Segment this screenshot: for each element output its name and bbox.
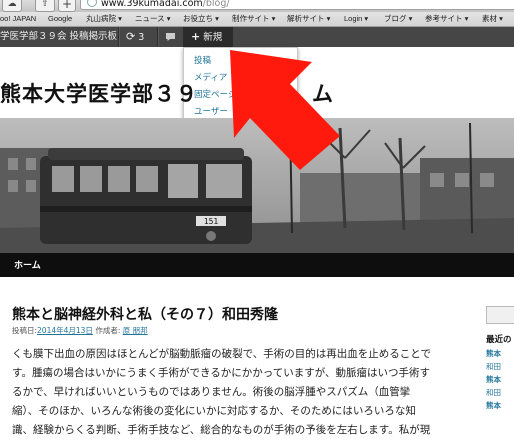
post-title[interactable]: 熊本と脳神経外科と私（その７）和田秀隆 [12,304,278,324]
bookmark-useful[interactable]: お役立ち ▾ [183,12,219,26]
admin-site-name[interactable]: 学医学部３９会 投稿掲示板 [0,27,117,47]
bookmarks-bar: oo! JAPAN Google 丸山病院 ▾ ニュース ▾ お役立ち ▾ 制作… [0,12,514,27]
updates-count: 3 [138,32,145,43]
new-post-item[interactable]: 投稿 [194,54,211,66]
admin-bar: 学医学部３９会 投稿掲示板 ⟳ 3 + 新規 [0,27,514,47]
share-icon[interactable]: ⇧ [35,0,55,12]
post-date-link[interactable]: 2014年4月13日 [37,326,93,335]
post-body-line: るかで、早ければいいというものではありません。術後の脳浮腫やスパズム（血管攣 [12,386,411,398]
admin-separator [118,27,120,47]
new-label: 新規 [203,32,223,43]
sidebar-search-input[interactable] [486,306,514,324]
sidebar-recent-link[interactable]: 熊本 [486,348,501,359]
post-body: くも膜下出血の原因はほとんどが脳動脈瘤の破裂で、手術の目的は再出血を止めることで… [12,345,474,440]
post-body-line: 識、経験からくる判断、手術手技など、総合的なものが手術の予後を左右します。私が現 [12,424,431,436]
comments-icon[interactable] [165,27,179,47]
comment-bubble-icon [166,33,175,41]
site-title-end: ム [312,82,334,106]
site-title[interactable]: 熊本大学医学部３９ ム [0,78,334,108]
sidebar-recent-link[interactable]: 和田 [486,387,501,398]
sidebar-recent-link[interactable]: 和田 [486,361,501,372]
main-navigation [0,253,514,277]
favicon-icon [87,0,97,7]
refresh-icon: ⟳ [126,30,136,43]
bookmark-yahoo-japan[interactable]: oo! JAPAN [0,12,36,26]
tram-number-plate: 151 [204,217,219,226]
post-body-line: す。腫瘍の場合はいかにうまく手術ができるかにかかっていますが、動脈瘤はいつ手術す [12,367,431,379]
plus-icon: + [191,30,201,43]
author-label: 作成者: [95,326,121,335]
bookmark-production-sites[interactable]: 制作サイト ▾ [232,12,275,26]
add-bookmark-icon[interactable]: + [58,0,76,12]
bookmark-login[interactable]: Login ▾ [344,12,368,26]
browser-toolbar: ☁ ⇧ + www.39kumadai.com/blog/ [0,0,514,12]
post-body-line: 縮）、そのほか、いろんな術後の変化にいかに対応するか、そのためにはいろいろな知 [12,405,416,417]
admin-separator [157,27,159,47]
bookmark-blog[interactable]: ブログ ▾ [384,12,412,26]
bookmark-maruyama-hospital[interactable]: 丸山病院 ▾ [86,12,122,26]
post-meta: 投稿日:2014年4月13日 作成者: 原 朋邦 [12,325,148,336]
bookmark-reference-sites[interactable]: 参考サイト ▾ [425,12,468,26]
nav-home-link[interactable]: ホーム [14,258,41,271]
address-bar[interactable]: www.39kumadai.com/blog/ [80,0,514,10]
post-author-link[interactable]: 原 朋邦 [123,326,148,335]
post-body-line: くも膜下出血の原因はほとんどが脳動脈瘤の破裂で、手術の目的は再出血を止めることで [12,348,431,360]
bookmark-news[interactable]: ニュース ▾ [135,12,170,26]
bookmark-google[interactable]: Google [48,12,72,26]
icloud-icon[interactable]: ☁ [2,0,22,12]
header-banner-image: 151 [0,118,514,253]
site-title-start: 熊本大学医学部３９ [0,82,198,106]
posted-label: 投稿日: [12,326,38,335]
bookmark-analytics-sites[interactable]: 解析サイト ▾ [287,12,330,26]
sidebar-recent-posts-heading: 最近の [486,335,512,345]
admin-updates[interactable]: ⟳ 3 [126,27,156,47]
sidebar-recent-link[interactable]: 熊本 [486,400,501,411]
url-host: www.39kumadai.com [101,0,203,9]
url-path: /blog/ [202,0,230,9]
sidebar-recent-link[interactable]: 熊本 [486,374,501,385]
bookmark-materials[interactable]: 素材 ▾ [482,12,503,26]
admin-new-menu[interactable]: + 新規 [183,27,233,47]
